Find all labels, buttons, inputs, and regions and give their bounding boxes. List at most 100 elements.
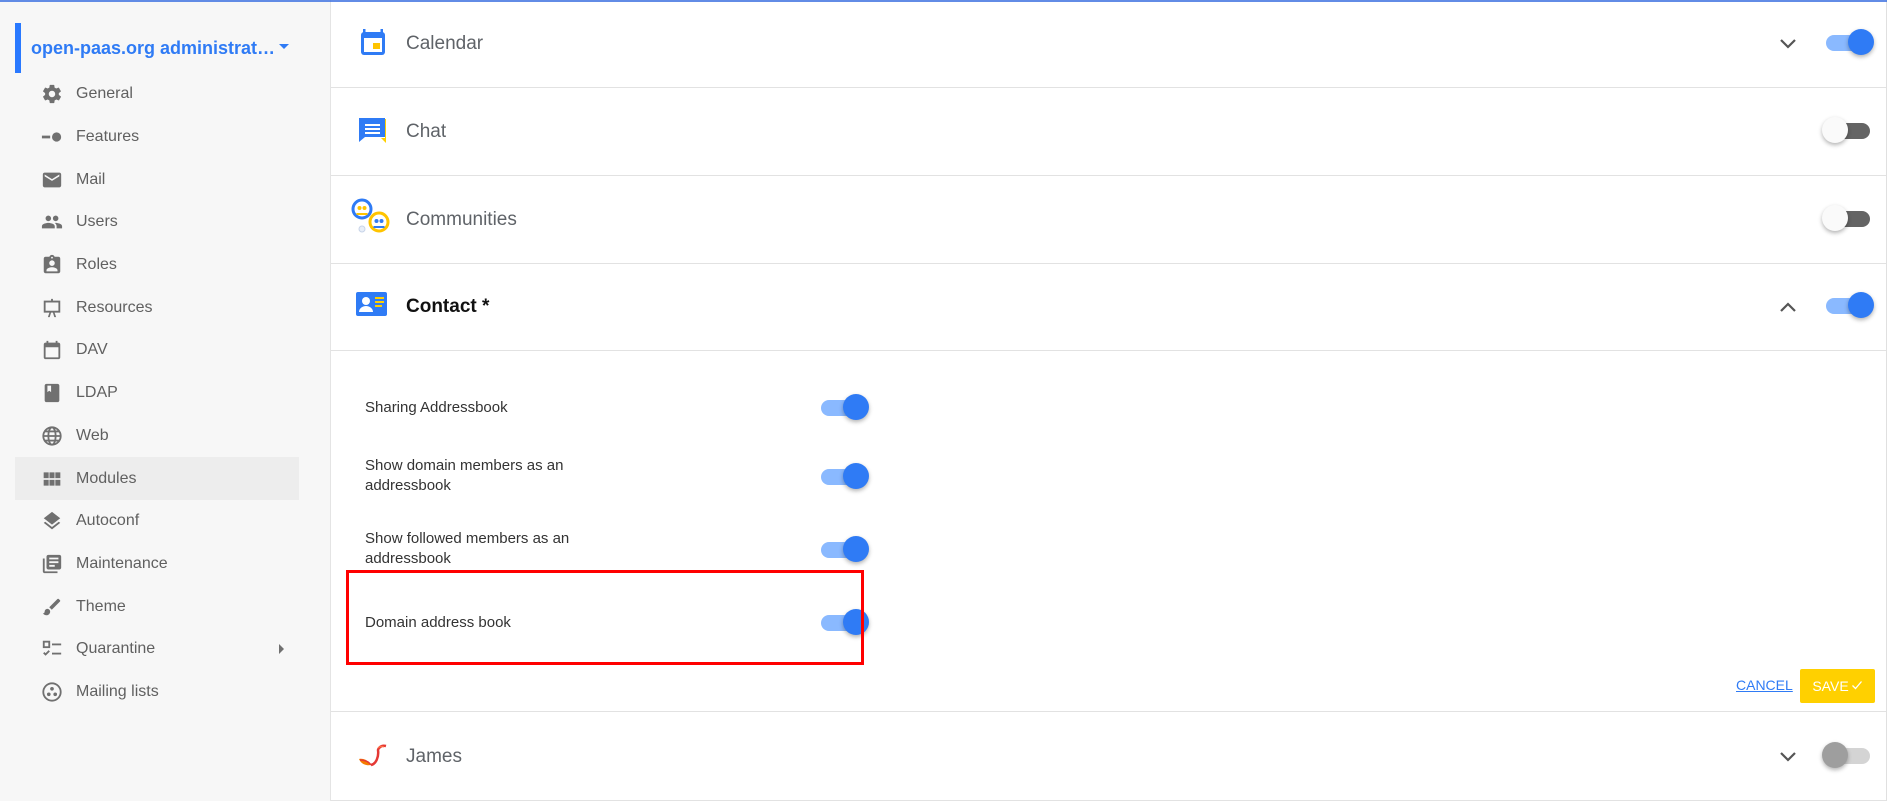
sidebar-item-ldap[interactable]: LDAP — [15, 372, 299, 415]
sidebar-item-label: Roles — [76, 256, 117, 274]
domain-indicator-bar — [15, 23, 21, 73]
sidebar-item-users[interactable]: Users — [15, 201, 299, 244]
sidebar-item-roles[interactable]: Roles — [15, 244, 299, 287]
caret-down-icon — [279, 44, 289, 49]
domain-title: open-paas.org administrat… — [31, 37, 276, 58]
setting-sharing-addressbook: Sharing Addressbook — [365, 384, 885, 444]
calendar-module-icon — [356, 26, 390, 60]
sidebar-item-label: Theme — [76, 597, 126, 615]
sidebar-item-label: Quarantine — [76, 640, 156, 658]
users-icon — [40, 210, 64, 234]
caret-right-icon — [279, 644, 284, 655]
calendar-icon — [40, 338, 64, 362]
toggle-knob — [843, 394, 869, 420]
setting-label: Show followed members as an addressbook — [365, 530, 570, 567]
layers-icon — [40, 509, 64, 533]
sidebar-item-label: General — [76, 85, 133, 103]
setting-toggle-sharing-addressbook[interactable] — [819, 393, 869, 421]
setting-label: Show domain members as an addressbook — [365, 457, 564, 494]
toggle-knob — [1822, 742, 1848, 768]
save-button-label: SAVE — [1812, 678, 1849, 694]
sidebar: open-paas.org administrat… General Featu… — [0, 0, 331, 801]
roles-badge-icon — [40, 253, 64, 277]
setting-toggle-followed-members-addressbook[interactable] — [819, 535, 869, 563]
checklist-icon — [40, 637, 64, 661]
setting-toggle-domain-members-addressbook[interactable] — [819, 462, 869, 490]
setting-label: Domain address book — [365, 614, 511, 631]
save-button[interactable]: SAVE — [1800, 669, 1875, 703]
sidebar-item-label: Modules — [76, 469, 137, 487]
sidebar-item-theme[interactable]: Theme — [15, 585, 299, 628]
setting-followed-members-addressbook: Show followed members as an addressbook — [365, 529, 885, 589]
mail-icon — [40, 168, 64, 192]
setting-label: Sharing Addressbook — [365, 399, 508, 416]
sidebar-item-label: Web — [76, 426, 109, 444]
module-name: Contact * — [406, 296, 490, 317]
sidebar-item-web[interactable]: Web — [15, 415, 299, 458]
sidebar-nav: General Features Mail Users Roles Resour… — [15, 73, 299, 713]
setting-toggle-domain-address-book[interactable] — [819, 608, 869, 636]
cancel-button[interactable]: CANCEL — [1736, 677, 1793, 693]
sidebar-item-autoconf[interactable]: Autoconf — [15, 500, 299, 543]
sidebar-item-general[interactable]: General — [15, 73, 299, 116]
toggle-knob — [1848, 292, 1874, 318]
setting-domain-members-addressbook: Show domain members as an addressbook — [365, 456, 885, 516]
globe-icon — [40, 424, 64, 448]
sidebar-item-label: Autoconf — [76, 512, 140, 530]
chevron-down-icon[interactable] — [1778, 34, 1798, 54]
sidebar-item-label: Mailing lists — [76, 682, 159, 700]
mailing-lists-icon — [40, 680, 64, 704]
grid-icon — [40, 467, 64, 491]
sidebar-item-label: Users — [76, 213, 118, 231]
module-row-calendar[interactable]: Calendar — [331, 0, 1886, 88]
module-enable-toggle-communities[interactable] — [1822, 204, 1874, 232]
features-toggle-icon — [40, 125, 64, 149]
sidebar-item-features[interactable]: Features — [15, 116, 299, 159]
contact-settings-panel: Sharing Addressbook Show domain members … — [331, 351, 1886, 712]
toggle-knob — [1822, 205, 1848, 231]
chevron-down-icon[interactable] — [1778, 747, 1798, 767]
toggle-knob — [843, 609, 869, 635]
james-module-icon — [356, 739, 390, 773]
toggle-knob — [1848, 29, 1874, 55]
sidebar-item-modules[interactable]: Modules — [15, 457, 299, 500]
chat-module-icon — [356, 114, 390, 148]
toggle-knob — [843, 463, 869, 489]
sidebar-item-label: LDAP — [76, 384, 118, 402]
sidebar-item-maintenance[interactable]: Maintenance — [15, 543, 299, 586]
library-books-icon — [40, 552, 64, 576]
module-row-contact[interactable]: Contact * — [331, 263, 1886, 351]
module-row-chat[interactable]: Chat — [331, 88, 1886, 176]
module-row-james[interactable]: James — [331, 713, 1886, 801]
sidebar-item-label: Resources — [76, 298, 153, 316]
module-row-communities[interactable]: Communities — [331, 176, 1886, 264]
gear-icon — [40, 82, 64, 106]
domain-selector[interactable]: open-paas.org administrat… — [15, 23, 305, 73]
check-icon — [1851, 678, 1863, 694]
module-name: Communities — [406, 209, 517, 230]
sidebar-item-label: Maintenance — [76, 554, 168, 572]
sidebar-item-label: Features — [76, 128, 140, 146]
communities-module-icon — [351, 198, 390, 233]
sidebar-item-mail[interactable]: Mail — [15, 158, 299, 201]
setting-domain-address-book: Domain address book — [365, 601, 885, 661]
module-enable-toggle-calendar[interactable] — [1824, 28, 1874, 56]
modules-panel: Calendar Chat Communities Contact * Shar… — [331, 0, 1887, 801]
sidebar-item-label: DAV — [76, 341, 108, 359]
module-enable-toggle-james[interactable] — [1822, 741, 1874, 769]
bookmark-book-icon — [40, 381, 64, 405]
module-name: James — [406, 746, 462, 767]
sidebar-item-label: Mail — [76, 170, 106, 188]
chevron-up-icon[interactable] — [1778, 297, 1798, 317]
sidebar-item-dav[interactable]: DAV — [15, 329, 299, 372]
sidebar-item-resources[interactable]: Resources — [15, 286, 299, 329]
sidebar-item-mailing-lists[interactable]: Mailing lists — [15, 671, 299, 714]
module-enable-toggle-chat[interactable] — [1822, 116, 1874, 144]
presentation-easel-icon — [40, 296, 64, 320]
module-enable-toggle-contact[interactable] — [1824, 291, 1874, 319]
toggle-knob — [843, 536, 869, 562]
toggle-knob — [1822, 117, 1848, 143]
contact-module-icon — [355, 290, 389, 324]
module-name: Chat — [406, 121, 447, 142]
sidebar-item-quarantine[interactable]: Quarantine — [15, 628, 299, 671]
